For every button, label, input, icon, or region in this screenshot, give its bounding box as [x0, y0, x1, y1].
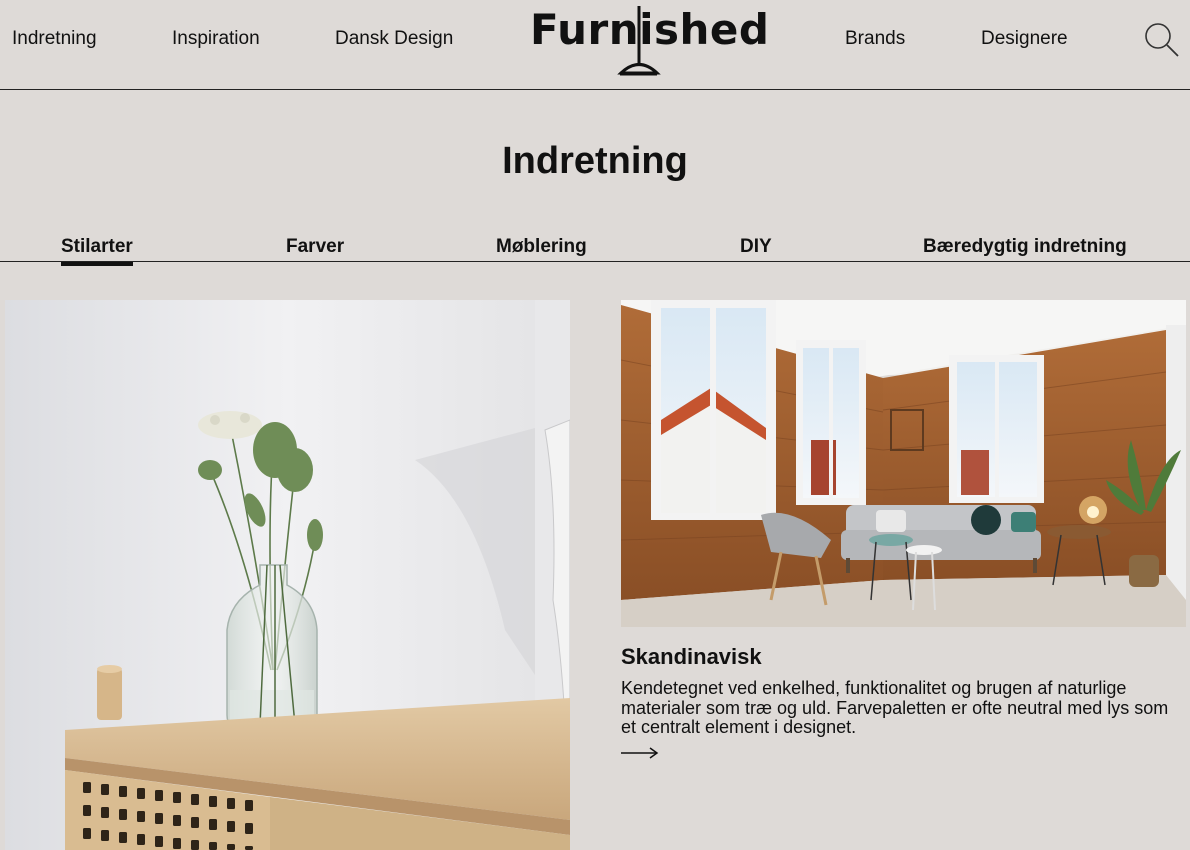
- vase-image: [5, 300, 570, 850]
- search-icon: [1145, 23, 1179, 57]
- logo[interactable]: Furnished: [530, 4, 769, 80]
- read-more-link[interactable]: [620, 744, 660, 762]
- feature-photo-vase[interactable]: [5, 300, 570, 850]
- tab-moblering[interactable]: Møblering: [496, 236, 587, 258]
- nav-designere[interactable]: Designere: [981, 28, 1068, 50]
- tab-diy[interactable]: DIY: [740, 236, 772, 258]
- card-image-skandinavisk[interactable]: [621, 300, 1186, 627]
- tab-stilarter[interactable]: Stilarter: [61, 236, 133, 266]
- nav-dansk-design[interactable]: Dansk Design: [335, 28, 453, 50]
- tab-baeredygtig-indretning[interactable]: Bæredygtig indretning: [923, 236, 1127, 258]
- nav-brands[interactable]: Brands: [845, 28, 905, 50]
- category-tabs: Stilarter Farver Møblering DIY Bæredygti…: [0, 232, 1190, 266]
- arrow-right-icon: [621, 747, 659, 759]
- nav-indretning[interactable]: Indretning: [12, 28, 97, 50]
- search-button[interactable]: [1142, 20, 1180, 58]
- living-room-image: [621, 300, 1186, 627]
- site-header: Indretning Inspiration Dansk Design Furn…: [0, 0, 1190, 90]
- nav-inspiration[interactable]: Inspiration: [172, 28, 260, 50]
- card-title[interactable]: Skandinavisk: [621, 644, 762, 670]
- card-description: Kendetegnet ved enkelhed, funktionalitet…: [621, 678, 1169, 737]
- page-title: Indretning: [502, 140, 688, 182]
- tab-farver[interactable]: Farver: [286, 236, 344, 258]
- lamp-icon: [617, 6, 661, 76]
